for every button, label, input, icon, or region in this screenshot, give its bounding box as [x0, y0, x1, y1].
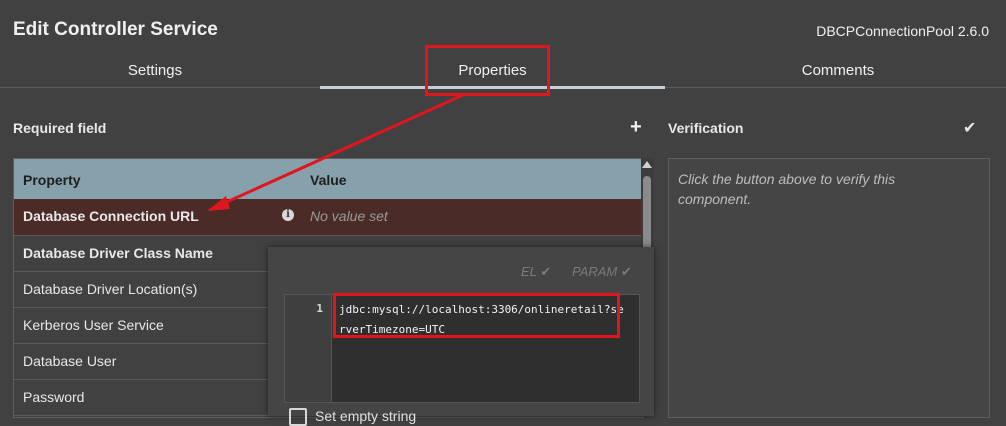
annotation-arrow — [207, 93, 464, 211]
annotation-arrow-line — [217, 93, 464, 208]
annotation-arrow-head — [207, 196, 230, 211]
